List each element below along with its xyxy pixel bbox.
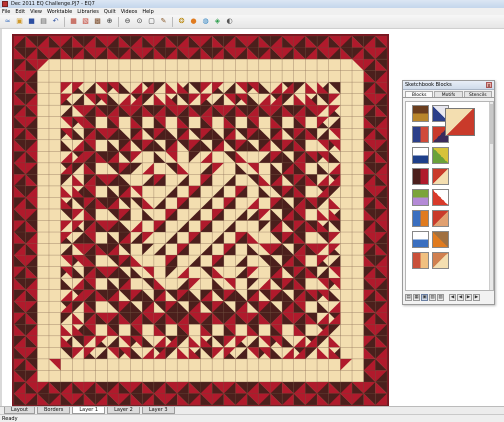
zoom-out-icon[interactable]: ⊖ — [123, 17, 132, 26]
window-title: Dec 2011 EQ Challenge.PJ7 - EQ7 — [11, 1, 95, 7]
fit-to-worktable-icon[interactable]: ▢ — [147, 17, 156, 26]
sketchbook-block-thumbnail[interactable] — [412, 168, 429, 185]
title-bar: Dec 2011 EQ Challenge.PJ7 - EQ7 — [0, 0, 504, 8]
save-project-icon[interactable]: ■ — [27, 17, 36, 26]
menu-edit[interactable]: Edit — [15, 9, 25, 15]
menu-bar: File Edit View Worktable Libraries Quilt… — [0, 8, 504, 15]
sketchbook-block-thumbnail[interactable] — [432, 231, 449, 248]
worktable-quilt-icon[interactable]: ▦ — [69, 17, 78, 26]
app-icon — [2, 1, 8, 7]
tab-layer-1[interactable]: Layer 1 — [72, 407, 106, 414]
toolbar-separator — [64, 16, 65, 27]
last-page-button[interactable]: ▶ — [473, 293, 480, 301]
undo-icon[interactable]: ↶ — [51, 17, 60, 26]
paintbrush-icon[interactable]: ✎ — [159, 17, 168, 26]
new-project-icon[interactable]: ≈ — [3, 17, 12, 26]
sketchbook-block-thumbnail[interactable] — [432, 147, 449, 164]
main-toolbar: ≈ ▣ ■ ▤ ↶ ▦ ▧ ▩ ⊕ ⊖ ⊙ ▢ ✎ ❂ ● ◍ ◈ ◐ — [0, 15, 504, 29]
worktable-tab-bar: Layout Borders Layer 1 Layer 2 Layer 3 — [0, 406, 504, 414]
sketchbook-block-thumbnail[interactable] — [432, 252, 449, 269]
view-list-button[interactable]: ▤ — [405, 293, 412, 301]
sketchbook-close-button[interactable]: x — [486, 82, 492, 89]
menu-help[interactable]: Help — [142, 9, 153, 15]
print-icon[interactable]: ▤ — [39, 17, 48, 26]
menu-videos[interactable]: Videos — [121, 9, 138, 15]
sketchbook-tabs: Blocks Motifs Stencils — [403, 90, 494, 98]
menu-quilt[interactable]: Quilt — [104, 9, 116, 15]
tab-layer-3[interactable]: Layer 3 — [141, 407, 175, 414]
sketchbook-block-thumbnail[interactable] — [412, 231, 429, 248]
sketchbook-block-thumbnail[interactable] — [432, 189, 449, 206]
menu-libraries[interactable]: Libraries — [77, 9, 99, 15]
tab-motifs[interactable]: Motifs — [434, 91, 463, 98]
sketchbook-block-grid — [405, 101, 494, 291]
eq7-app-window: Dec 2011 EQ Challenge.PJ7 - EQ7 File Edi… — [0, 0, 504, 422]
toolbar-separator — [172, 16, 173, 27]
sketchbook-blocks-panel: Sketchbook Blocks x Blocks Motifs Stenci… — [402, 80, 495, 305]
tab-layer-2[interactable]: Layer 2 — [107, 407, 140, 414]
zoom-in-icon[interactable]: ⊕ — [105, 17, 114, 26]
library-icon[interactable]: ▧ — [81, 17, 90, 26]
sketchbook-block-thumbnail[interactable] — [432, 168, 449, 185]
scrollbar-thumb[interactable] — [490, 104, 493, 144]
fabric-icon[interactable]: ▩ — [93, 17, 102, 26]
tab-layout[interactable]: Layout — [4, 407, 35, 414]
tab-borders[interactable]: Borders — [37, 407, 71, 414]
menu-file[interactable]: File — [2, 9, 10, 15]
sketchbook-bottom-toolbar: ▤ ▦ ▣ ▧ ▨ ◀ ◀ ▶ ▶ — [405, 292, 494, 302]
sort-button[interactable]: ▧ — [429, 293, 436, 301]
edit-block-button[interactable]: ▨ — [437, 293, 444, 301]
sketchbook-title-bar[interactable]: Sketchbook Blocks x — [403, 81, 494, 90]
tab-stencils[interactable]: Stencils — [463, 91, 492, 98]
sketchbook-title: Sketchbook Blocks — [405, 82, 452, 88]
tab-blocks[interactable]: Blocks — [405, 91, 434, 98]
zoom-fit-icon[interactable]: ⊙ — [135, 17, 144, 26]
color-picker-icon[interactable]: ◈ — [213, 17, 222, 26]
sketchbook-block-thumbnail[interactable] — [412, 189, 429, 206]
sketchbook-block-thumbnail[interactable] — [432, 210, 449, 227]
status-text: Ready — [2, 416, 18, 422]
spraycan-icon[interactable]: ❂ — [177, 17, 186, 26]
color-wheel-icon[interactable]: ● — [189, 17, 198, 26]
prev-page-button[interactable]: ◀ — [457, 293, 464, 301]
open-project-icon[interactable]: ▣ — [15, 17, 24, 26]
sketchbook-block-thumbnail[interactable] — [412, 252, 429, 269]
status-bar: Ready — [0, 414, 504, 422]
next-page-button[interactable]: ▶ — [465, 293, 472, 301]
sketchbook-selected-block-preview[interactable] — [445, 108, 475, 136]
sketchbook-block-thumbnail[interactable] — [412, 126, 429, 143]
view-grid-button[interactable]: ▦ — [413, 293, 420, 301]
first-page-button[interactable]: ◀ — [449, 293, 456, 301]
sketchbook-block-thumbnail[interactable] — [412, 210, 429, 227]
view-large-button[interactable]: ▣ — [421, 293, 428, 301]
globe-icon[interactable]: ◍ — [201, 17, 210, 26]
quilt-design[interactable] — [12, 34, 389, 407]
sketchbook-block-thumbnail[interactable] — [412, 105, 429, 122]
info-icon[interactable]: ◐ — [225, 17, 234, 26]
sketchbook-scrollbar[interactable] — [489, 102, 493, 290]
toolbar-separator — [118, 16, 119, 27]
menu-worktable[interactable]: Worktable — [47, 9, 72, 15]
sketchbook-block-thumbnail[interactable] — [412, 147, 429, 164]
menu-view[interactable]: View — [30, 9, 42, 15]
